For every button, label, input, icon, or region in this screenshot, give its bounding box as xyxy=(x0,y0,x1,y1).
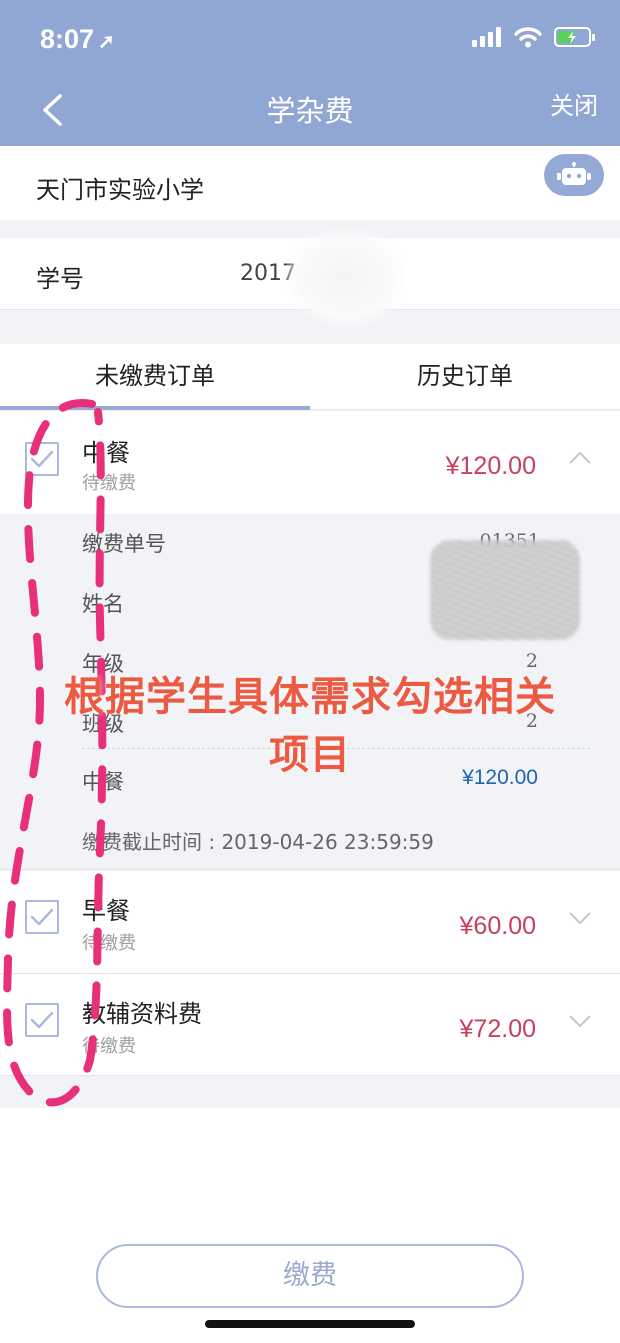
redaction-blur xyxy=(286,228,406,328)
battery-icon xyxy=(554,27,595,47)
top-bar: 8:07 ➚ 学杂费 关闭 xyxy=(0,0,620,146)
page-title: 学杂费 xyxy=(266,94,354,128)
order-checkbox[interactable] xyxy=(25,442,59,476)
location-arrow-icon: ➚ xyxy=(98,31,115,53)
order-item-teaching-materials[interactable]: 教辅资料费 待缴费 ¥72.00 xyxy=(0,974,620,1076)
checkbox-checked-icon xyxy=(30,908,54,926)
status-icons xyxy=(472,26,596,48)
order-name: 中餐 xyxy=(82,439,130,467)
order-price: ¥60.00 xyxy=(459,912,536,940)
chevron-down-icon[interactable] xyxy=(568,1014,592,1028)
order-status: 待缴费 xyxy=(82,473,136,494)
order-status: 待缴费 xyxy=(82,933,136,954)
pay-button[interactable]: 缴费 xyxy=(96,1244,524,1308)
redaction-blur xyxy=(430,540,580,640)
list-footer-spacer xyxy=(0,1076,620,1108)
annotation-line-2: 项目 xyxy=(269,732,351,778)
school-row: 天门市实验小学 xyxy=(0,146,620,220)
back-button[interactable] xyxy=(34,88,70,132)
order-item-lunch[interactable]: 中餐 待缴费 ¥120.00 xyxy=(0,411,620,514)
tab-unpaid-orders[interactable]: 未缴费订单 xyxy=(0,344,310,410)
chevron-down-icon[interactable] xyxy=(568,911,592,925)
wifi-icon xyxy=(514,27,542,48)
annotation-line-1: 根据学生具体需求勾选相关 xyxy=(64,674,556,720)
order-name: 教辅资料费 xyxy=(82,1000,202,1028)
payment-deadline: 缴费截止时间 : 2019-04-26 23:59:59 xyxy=(82,830,434,854)
checkbox-checked-icon xyxy=(30,1011,54,1029)
annotation-text: 根据学生具体需求勾选相关 项目 xyxy=(0,668,620,784)
order-checkbox[interactable] xyxy=(25,1003,59,1037)
order-price: ¥72.00 xyxy=(459,1015,536,1043)
back-arrow-icon xyxy=(43,94,62,126)
tab-history-orders[interactable]: 历史订单 xyxy=(310,344,620,409)
order-number-label: 缴费单号 xyxy=(82,532,166,556)
order-status: 待缴费 xyxy=(82,1036,136,1057)
student-name-label: 姓名 xyxy=(82,592,124,616)
school-name: 天门市实验小学 xyxy=(36,176,204,204)
status-time: 8:07 ➚ xyxy=(40,24,115,54)
student-id-label: 学号 xyxy=(36,265,84,293)
home-indicator[interactable] xyxy=(205,1320,415,1328)
chevron-up-icon[interactable] xyxy=(568,451,592,465)
order-price: ¥120.00 xyxy=(445,452,536,480)
close-button[interactable]: 关闭 xyxy=(550,86,598,121)
signal-icon xyxy=(472,27,501,47)
order-name: 早餐 xyxy=(82,897,130,925)
order-checkbox[interactable] xyxy=(25,900,59,934)
robot-icon xyxy=(557,162,591,185)
order-tabs: 未缴费订单 历史订单 xyxy=(0,344,620,410)
assistant-button[interactable] xyxy=(544,154,604,196)
checkbox-checked-icon xyxy=(30,450,54,468)
order-item-breakfast[interactable]: 早餐 待缴费 ¥60.00 xyxy=(0,871,620,974)
